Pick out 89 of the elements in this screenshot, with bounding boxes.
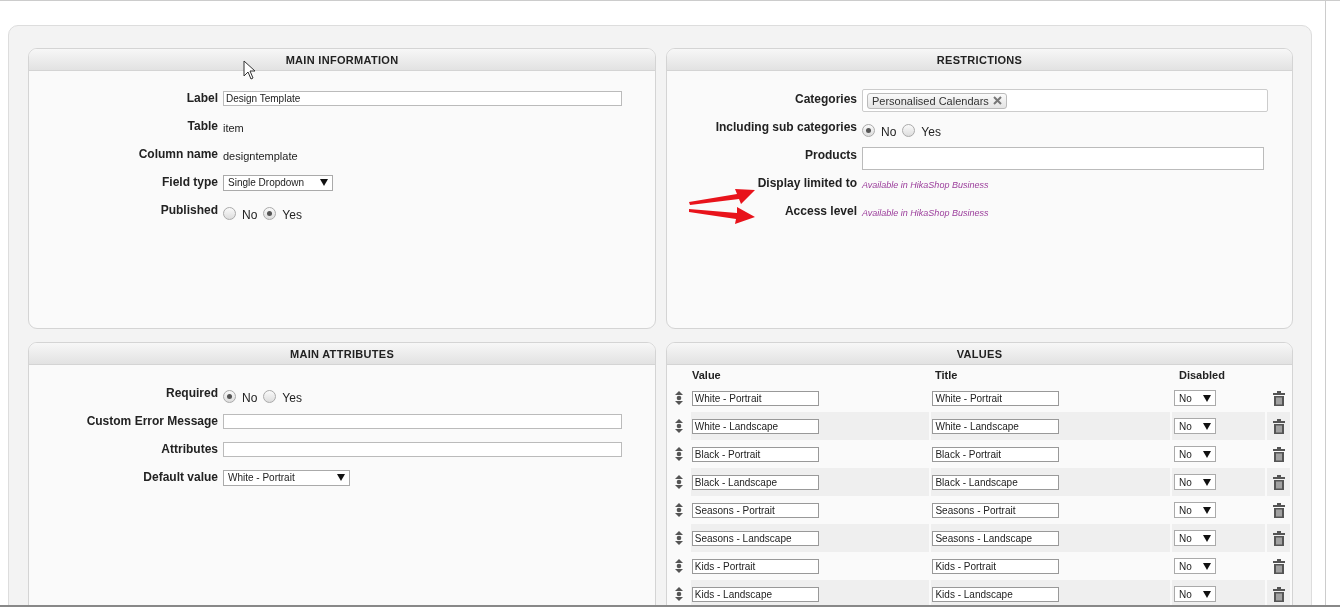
category-tag: Personalised Calendars — [867, 92, 1007, 109]
field-label: Including sub categories — [714, 119, 858, 136]
radio-button[interactable] — [902, 124, 916, 137]
drag-handle-icon[interactable] — [673, 502, 684, 518]
caret-icon — [1203, 534, 1212, 542]
input-field[interactable] — [862, 147, 1264, 170]
caret-icon — [1203, 562, 1212, 570]
input-field[interactable]: Design Template — [223, 91, 622, 106]
value-input[interactable]: Seasons - Landscape — [691, 530, 819, 546]
field-label: Column name — [137, 146, 219, 163]
remove-icon[interactable] — [992, 96, 1002, 105]
drag-handle-icon[interactable] — [673, 558, 684, 574]
mouse-cursor-icon — [243, 60, 257, 80]
trash-icon[interactable] — [1272, 586, 1285, 602]
radio-label: Yes — [282, 207, 302, 222]
trash-icon[interactable] — [1272, 502, 1285, 518]
value-input[interactable]: Black - Portrait — [691, 446, 819, 462]
tag-input-field[interactable]: Personalised Calendars — [862, 89, 1268, 112]
radio-label: No — [242, 390, 258, 405]
trash-icon[interactable] — [1272, 390, 1285, 406]
caret-icon — [1203, 394, 1212, 402]
input-field[interactable] — [223, 414, 622, 429]
value-input[interactable]: Black - Landscape — [691, 474, 819, 490]
value-input[interactable]: White - Landscape — [691, 418, 819, 434]
drag-handle-icon[interactable] — [673, 530, 684, 546]
panel-title: MAIN INFORMATION — [29, 49, 655, 71]
column-header: Disabled — [1178, 368, 1226, 383]
field-label: Required — [165, 385, 219, 402]
drag-handle-icon[interactable] — [673, 586, 684, 602]
title-input[interactable]: Seasons - Portrait — [932, 502, 1060, 518]
value-input[interactable]: Seasons - Portrait — [691, 502, 819, 518]
drag-handle-icon[interactable] — [673, 390, 684, 406]
dropdown[interactable]: White - Portrait — [223, 469, 350, 486]
caret-icon — [337, 474, 345, 481]
value-input[interactable]: Kids - Landscape — [691, 586, 819, 602]
availability-note: Available in HikaShop Business — [862, 178, 989, 190]
column-header: Value — [691, 368, 722, 383]
panel-title: VALUES — [667, 343, 1292, 365]
caret-icon — [1203, 506, 1212, 514]
field-label: Field type — [161, 174, 219, 191]
trash-icon[interactable] — [1272, 474, 1285, 490]
field-value: item — [223, 121, 244, 136]
caret-icon — [1203, 450, 1212, 458]
field-label: Display limited to — [756, 175, 858, 192]
trash-icon[interactable] — [1272, 530, 1285, 546]
drag-handle-icon[interactable] — [673, 446, 684, 462]
field-label: Access level — [783, 203, 858, 220]
caret-icon — [320, 179, 328, 186]
field-label: Label — [185, 90, 219, 107]
trash-icon[interactable] — [1272, 418, 1285, 434]
input-field[interactable] — [223, 442, 622, 457]
availability-note: Available in HikaShop Business — [862, 206, 989, 218]
field-label: Categories — [793, 91, 858, 108]
title-input[interactable]: Seasons - Landscape — [932, 530, 1060, 546]
trash-icon[interactable] — [1272, 446, 1285, 462]
title-input[interactable]: Black - Portrait — [932, 446, 1060, 462]
caret-icon — [1203, 422, 1212, 430]
radio-button[interactable] — [223, 207, 236, 220]
field-label: Custom Error Message — [85, 413, 219, 430]
field-label: Attributes — [160, 441, 219, 458]
field-label: Default value — [142, 469, 219, 486]
title-input[interactable]: Black - Landscape — [932, 474, 1060, 490]
value-input[interactable]: White - Portrait — [691, 390, 819, 406]
column-header: Title — [934, 368, 959, 383]
title-input[interactable]: White - Landscape — [932, 418, 1060, 434]
drag-handle-icon[interactable] — [673, 474, 684, 490]
radio-button[interactable] — [223, 390, 236, 403]
dropdown[interactable]: Single Dropdown — [223, 174, 333, 191]
value-input[interactable]: Kids - Portrait — [691, 558, 819, 574]
radio-button[interactable] — [263, 207, 277, 220]
caret-icon — [1203, 478, 1212, 486]
radio-label: No — [881, 124, 897, 139]
panel-title: RESTRICTIONS — [667, 49, 1292, 71]
field-label: Published — [159, 202, 219, 219]
title-input[interactable]: Kids - Landscape — [932, 586, 1060, 602]
field-label: Products — [804, 147, 858, 164]
field-label: Table — [186, 118, 219, 135]
radio-label: No — [242, 207, 258, 222]
radio-button[interactable] — [862, 124, 875, 137]
radio-label: Yes — [282, 390, 302, 405]
trash-icon[interactable] — [1272, 558, 1285, 574]
drag-handle-icon[interactable] — [673, 418, 684, 434]
field-value: designtemplate — [223, 149, 298, 164]
panel-title: MAIN ATTRIBUTES — [29, 343, 655, 365]
caret-icon — [1203, 590, 1212, 598]
radio-button[interactable] — [263, 390, 277, 403]
title-input[interactable]: Kids - Portrait — [932, 558, 1060, 574]
radio-label: Yes — [921, 124, 941, 139]
title-input[interactable]: White - Portrait — [932, 390, 1060, 406]
